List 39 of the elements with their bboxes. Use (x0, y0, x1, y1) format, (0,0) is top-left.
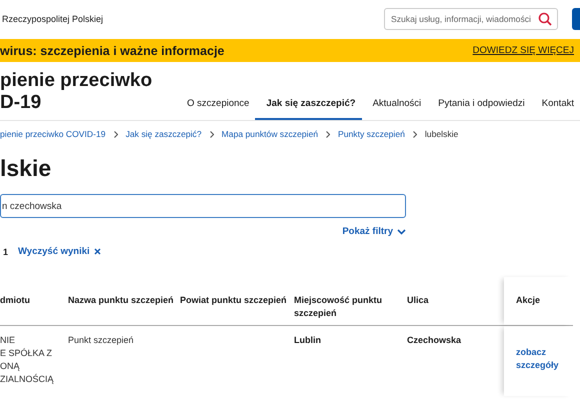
breadcrumb[interactable]: pienie przeciwko COVID-19 (0, 129, 106, 139)
learn-more-link[interactable]: DOWIEDZ SIĘ WIĘCEJ (472, 45, 574, 56)
breadcrumb[interactable]: Punkty szczepień (338, 129, 405, 139)
clear-results-link[interactable]: Wyczyść wyniki (18, 246, 101, 257)
nav-tab[interactable]: Kontakt (530, 98, 580, 120)
chevron-right-icon (210, 130, 214, 138)
chevron-right-icon (412, 130, 417, 138)
nav-tab[interactable]: O szczepionce (176, 98, 256, 120)
column-header: Powiat punktu szczepień (180, 294, 288, 307)
table-cell: Czechowska (407, 335, 462, 345)
column-header: Ulica (407, 294, 430, 307)
menu-button[interactable] (572, 8, 580, 30)
column-header: Nazwa punktu szczepień (68, 294, 175, 307)
column-header: Akcje (504, 277, 573, 325)
banner-text: wirus: szczepienia i ważne informacje (0, 44, 224, 58)
page-title: lskie (0, 154, 52, 183)
table-cell: Lublin (294, 335, 321, 345)
nav-tab[interactable]: Pytania i odpowiedzi (427, 98, 531, 120)
search-input[interactable]: n czechowska (0, 194, 406, 218)
chevron-down-icon (397, 228, 406, 234)
breadcrumb[interactable]: Mapa punktów szczepień (222, 129, 318, 139)
column-header: dmiotu (0, 294, 31, 307)
show-filters-link[interactable]: Pokaż filtry (342, 226, 406, 237)
search-icon[interactable] (538, 12, 552, 26)
breadcrumb[interactable]: lubelskie (424, 129, 458, 139)
chevron-right-icon (326, 130, 330, 138)
nav-tab[interactable]: Aktualności (362, 98, 428, 120)
site-name: Rzeczypospolitej Polskiej (2, 14, 104, 24)
breadcrumb[interactable]: Jak się zaszczepić? (126, 129, 202, 139)
search-field[interactable]: Szukaj usług, informacji, wiadomości (384, 8, 558, 30)
table-cell: Punkt szczepień (68, 335, 134, 345)
site-title: pienie przeciwko D-19 (0, 70, 152, 114)
details-link[interactable]: zobacz szczegóły (516, 346, 566, 372)
close-icon (94, 248, 101, 255)
column-header: Miejscowość punktu szczepień (294, 294, 384, 320)
nav-tab[interactable]: Jak się zaszczepić? (255, 98, 362, 120)
table-cell: NIE E SPÓŁKA Z ONĄ ZIALNOŚCIĄ (0, 335, 54, 384)
chevron-right-icon (114, 130, 118, 138)
result-count: 1 (3, 246, 8, 256)
